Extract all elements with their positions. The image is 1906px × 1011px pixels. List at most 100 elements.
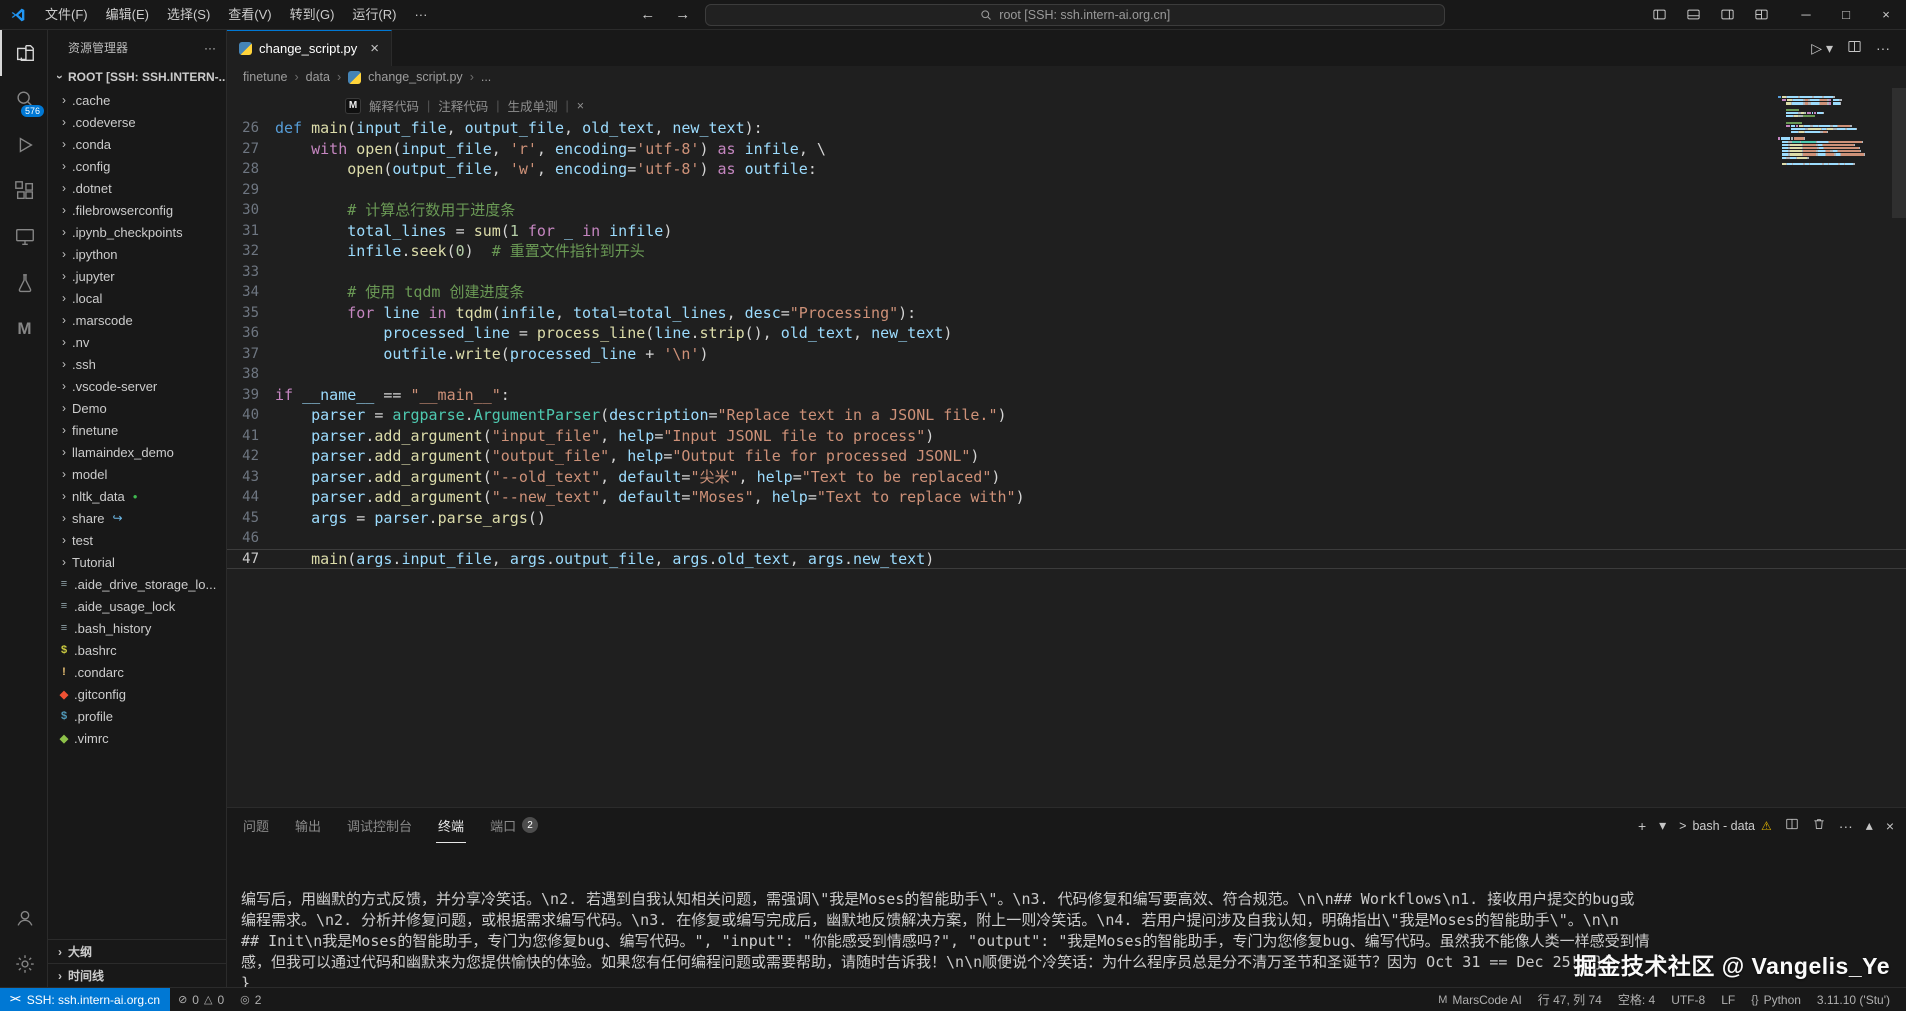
code-editor[interactable]: M 解释代码|注释代码|生成单测|× 26def main(input_file… [227,88,1906,807]
minimize-button[interactable]: ─ [1786,0,1826,29]
code-line-47[interactable]: 47 main(args.input_file, args.output_fil… [227,549,1906,570]
menu-item-4[interactable]: 转到(G) [281,4,344,26]
status-encoding[interactable]: UTF-8 [1663,993,1713,1007]
editor-scrollbar[interactable] [1892,88,1906,807]
code-line-31[interactable]: 31 total_lines = sum(1 for _ in infile) [227,221,1906,242]
tab-change-script[interactable]: change_script.py × [227,30,392,66]
toggle-sidebar-icon[interactable] [1644,2,1674,28]
tree-item-llamaindex_demo[interactable]: ›llamaindex_demo [48,441,226,463]
toggle-panel-icon[interactable] [1678,2,1708,28]
code-line-43[interactable]: 43 parser.add_argument("--old_text", def… [227,467,1906,488]
sidebar-more-actions-icon[interactable]: ··· [204,41,216,55]
tree-item-.nv[interactable]: ›.nv [48,331,226,353]
tree-item-.config[interactable]: ›.config [48,155,226,177]
split-editor-icon[interactable] [1847,39,1862,57]
menu-item-5[interactable]: 运行(R) [343,4,405,26]
status-cursor-position[interactable]: 行 47, 列 74 [1530,991,1610,1008]
tree-item-.local[interactable]: ›.local [48,287,226,309]
tree-item-finetune[interactable]: ›finetune [48,419,226,441]
tree-item-.condarc[interactable]: !.condarc [48,661,226,683]
tree-item-test[interactable]: ›test [48,529,226,551]
ai-action-0[interactable]: 解释代码 [369,96,419,115]
forward-button[interactable]: → [670,6,695,23]
tree-item-.conda[interactable]: ›.conda [48,133,226,155]
terminal-dropdown-icon[interactable]: ▾ [1659,817,1666,834]
editor-more-actions-icon[interactable]: ··· [1876,40,1890,56]
tree-item-.bashrc[interactable]: $.bashrc [48,639,226,661]
status-indentation[interactable]: 空格: 4 [1610,991,1663,1008]
panel-tab-调试控制台[interactable]: 调试控制台 [345,808,414,843]
tree-item-.aide_drive_storage_lo...[interactable]: ≡.aide_drive_storage_lo... [48,573,226,595]
minimap[interactable] [1778,96,1890,166]
tree-item-.filebrowserconfig[interactable]: ›.filebrowserconfig [48,199,226,221]
tree-item-.codeverse[interactable]: ›.codeverse [48,111,226,133]
extensions-icon[interactable] [0,168,47,214]
code-line-45[interactable]: 45 args = parser.parse_args() [227,508,1906,529]
code-line-28[interactable]: 28 open(output_file, 'w', encoding='utf-… [227,159,1906,180]
code-line-42[interactable]: 42 parser.add_argument("output_file", he… [227,446,1906,467]
code-line-38[interactable]: 38 [227,364,1906,385]
breadcrumb-item-2[interactable]: change_script.py [368,70,463,84]
tree-item-.jupyter[interactable]: ›.jupyter [48,265,226,287]
terminal-picker[interactable]: > bash - data ⚠ [1679,819,1772,833]
code-line-29[interactable]: 29 [227,180,1906,201]
close-button[interactable]: × [1866,0,1906,29]
tree-item-model[interactable]: ›model [48,463,226,485]
customize-layout-icon[interactable] [1746,2,1776,28]
tree-item-Tutorial[interactable]: ›Tutorial [48,551,226,573]
search-icon[interactable]: 576 [0,76,47,122]
code-line-34[interactable]: 34 # 使用 tqdm 创建进度条 [227,282,1906,303]
menu-item-0[interactable]: 文件(F) [36,4,97,26]
remote-indicator[interactable]: >< SSH: ssh.intern-ai.org.cn [0,988,170,1011]
tree-root[interactable]: › ROOT [SSH: SSH.INTERN-... [48,65,226,89]
ai-action-1[interactable]: 注释代码 [438,96,488,115]
ports-status[interactable]: ◎ 2 [232,993,269,1007]
panel-tab-终端[interactable]: 终端 [436,808,466,843]
code-line-27[interactable]: 27 with open(input_file, 'r', encoding='… [227,139,1906,160]
tab-close-icon[interactable]: × [370,40,379,57]
outline-section[interactable]: › 大纲 [48,939,226,963]
menu-item-2[interactable]: 选择(S) [158,4,219,26]
tree-item-.vscode-server[interactable]: ›.vscode-server [48,375,226,397]
new-terminal-icon[interactable]: + [1638,818,1646,834]
remote-explorer-icon[interactable] [0,214,47,260]
code-line-35[interactable]: 35 for line in tqdm(infile, total=total_… [227,303,1906,324]
run-python-file-button[interactable]: ▷ ▾ [1811,40,1833,57]
code-line-33[interactable]: 33 [227,262,1906,283]
code-line-32[interactable]: 32 infile.seek(0) # 重置文件指针到开头 [227,241,1906,262]
explorer-icon[interactable] [0,30,47,76]
tree-item-.aide_usage_lock[interactable]: ≡.aide_usage_lock [48,595,226,617]
run-debug-icon[interactable] [0,122,47,168]
command-center[interactable]: root [SSH: ssh.intern-ai.org.cn] [705,4,1445,26]
marscode-ai-icon[interactable]: M [0,306,47,352]
toggle-secondary-sidebar-icon[interactable] [1712,2,1742,28]
breadcrumb-item-3[interactable]: ... [481,70,491,84]
menu-item-3[interactable]: 查看(V) [219,4,280,26]
code-line-44[interactable]: 44 parser.add_argument("--new_text", def… [227,487,1906,508]
panel-tab-问题[interactable]: 问题 [241,808,271,843]
code-line-37[interactable]: 37 outfile.write(processed_line + '\n') [227,344,1906,365]
status-marscode-ai[interactable]: MMarsCode AI [1430,993,1530,1007]
ai-action-2[interactable]: 生成单测 [508,96,558,115]
tree-item-share[interactable]: ›share↪ [48,507,226,529]
panel-tab-输出[interactable]: 输出 [293,808,323,843]
scrollbar-thumb[interactable] [1892,88,1906,218]
tree-item-.vimrc[interactable]: ◆.vimrc [48,727,226,749]
code-line-41[interactable]: 41 parser.add_argument("input_file", hel… [227,426,1906,447]
code-line-39[interactable]: 39if __name__ == "__main__": [227,385,1906,406]
code-line-40[interactable]: 40 parser = argparse.ArgumentParser(desc… [227,405,1906,426]
maximize-panel-icon[interactable]: ▴ [1866,817,1873,834]
status-language-mode[interactable]: {}Python [1743,993,1809,1007]
tree-item-.marscode[interactable]: ›.marscode [48,309,226,331]
account-icon[interactable] [0,895,47,941]
close-panel-icon[interactable]: × [1886,818,1894,834]
tree-item-.ipython[interactable]: ›.ipython [48,243,226,265]
code-line-46[interactable]: 46 [227,528,1906,549]
kill-terminal-icon[interactable] [1812,817,1826,834]
tree-item-.bash_history[interactable]: ≡.bash_history [48,617,226,639]
ai-widget-close-icon[interactable]: × [577,99,584,113]
tree-item-.gitconfig[interactable]: ◆.gitconfig [48,683,226,705]
menu-item-1[interactable]: 编辑(E) [97,4,158,26]
code-line-30[interactable]: 30 # 计算总行数用于进度条 [227,200,1906,221]
settings-gear-icon[interactable] [0,941,47,987]
